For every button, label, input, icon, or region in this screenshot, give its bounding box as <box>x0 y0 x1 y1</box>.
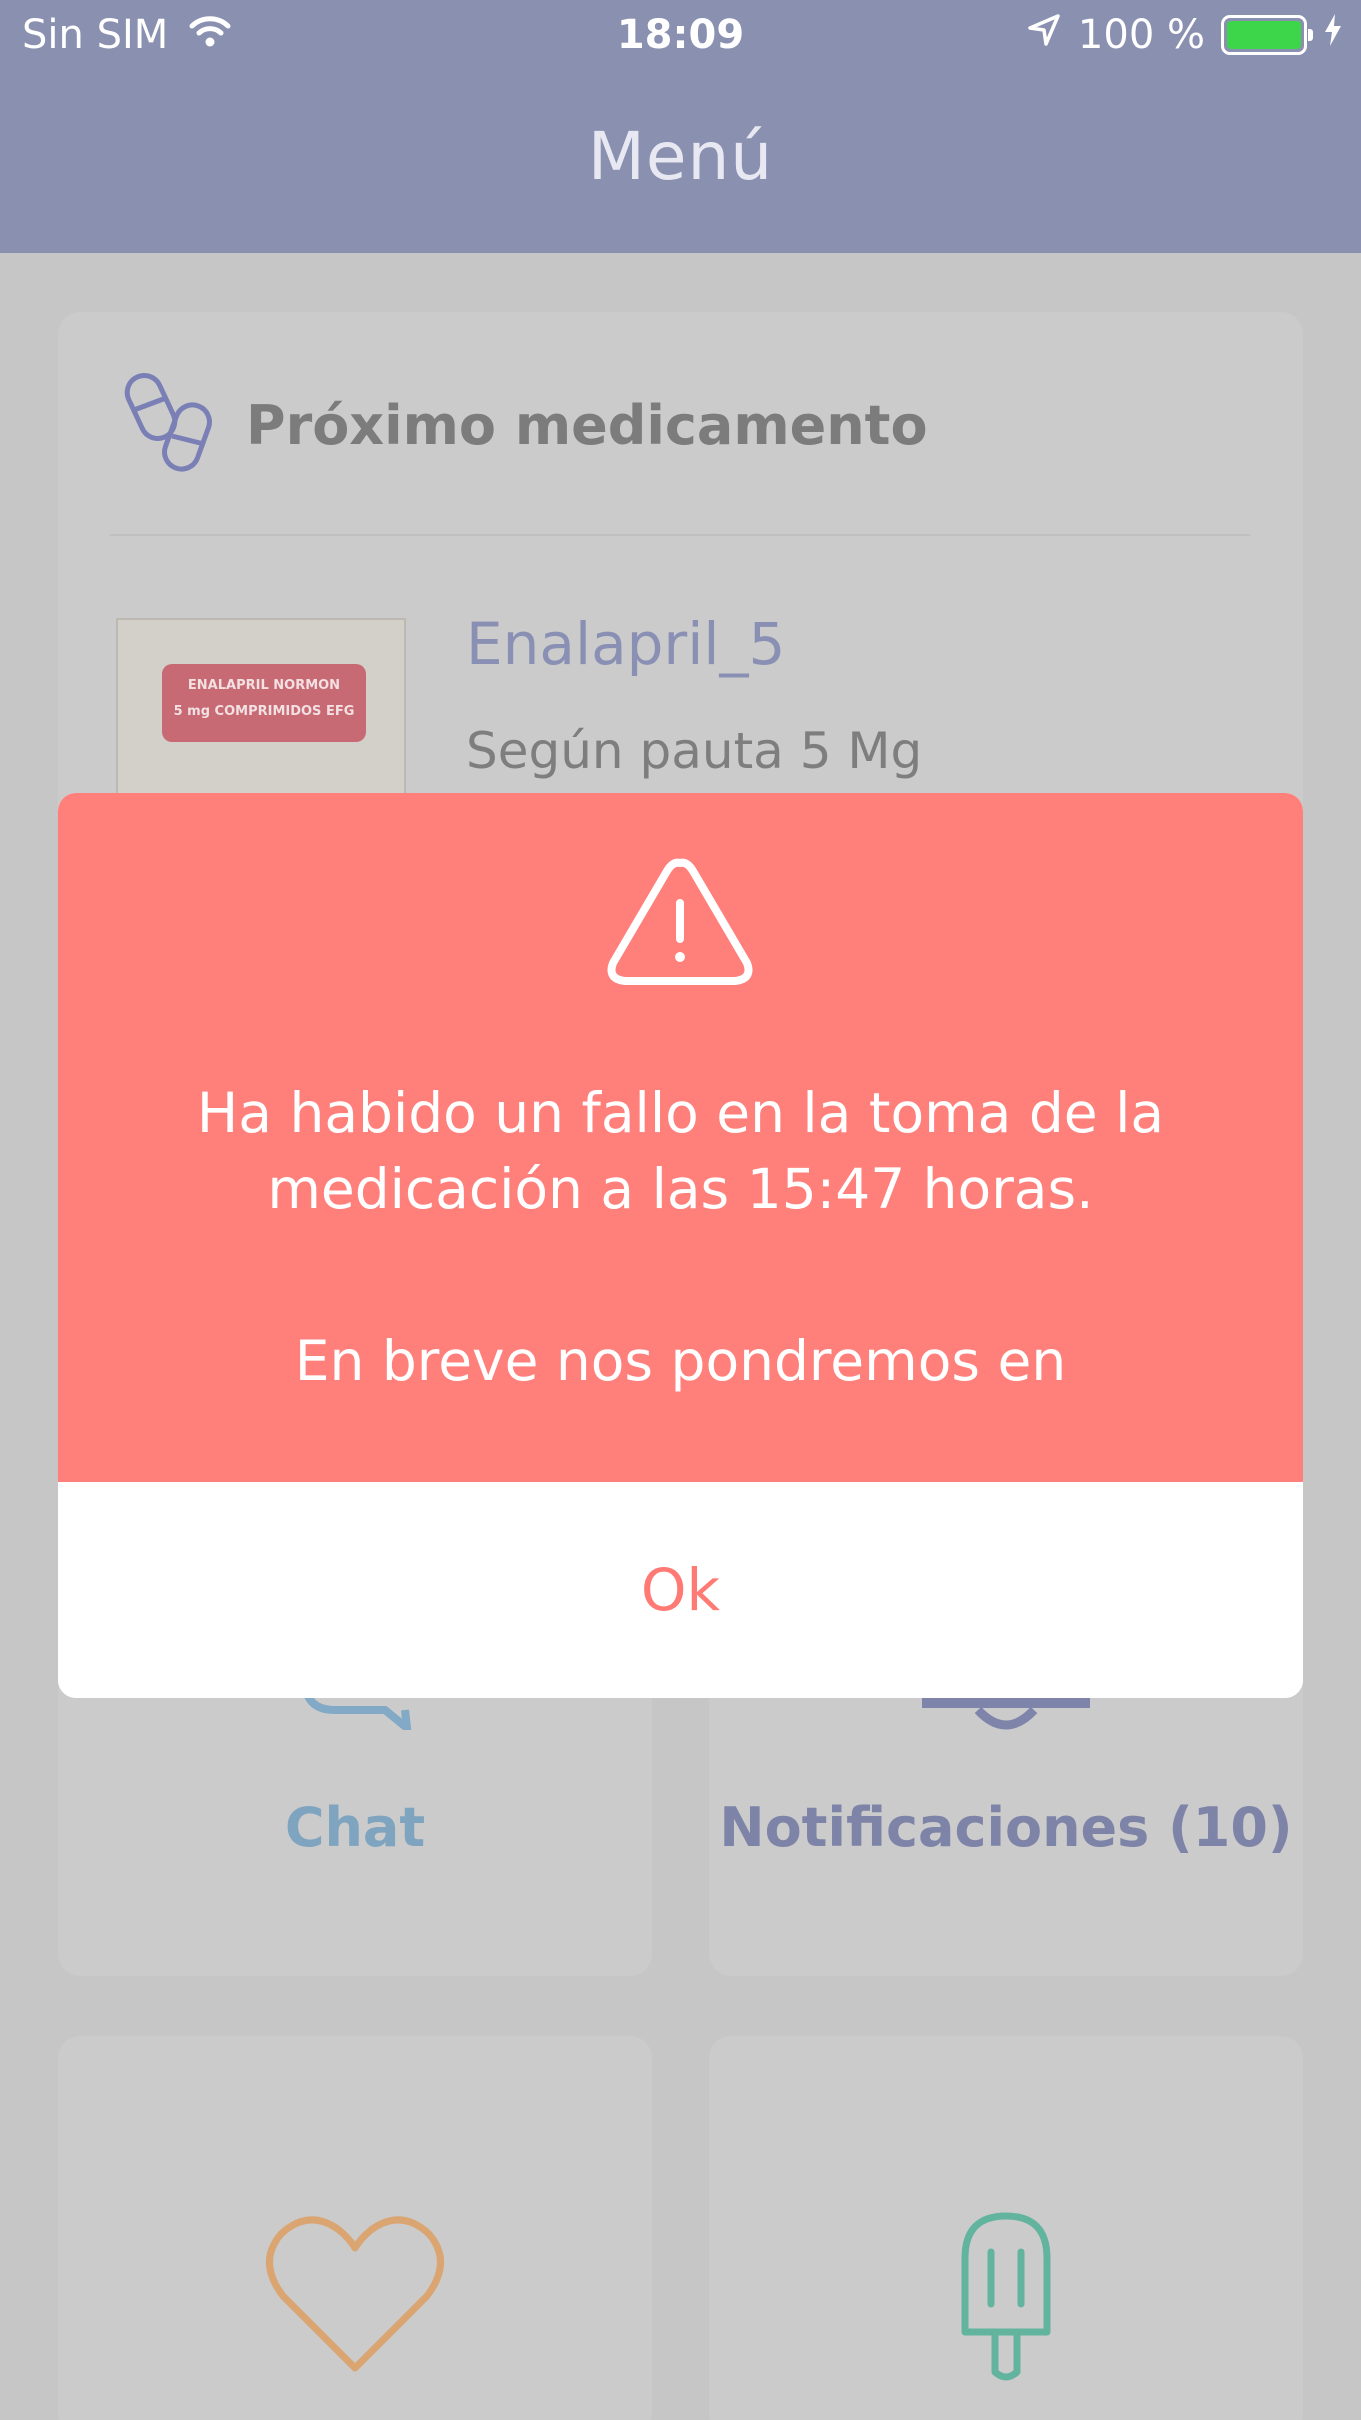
location-arrow-icon <box>1026 12 1062 58</box>
package-text-line1: ENALAPRIL NORMON <box>187 678 341 693</box>
app-screen: Sin SIM 18:09 100 % Menú Próximo medicam… <box>0 0 1361 2420</box>
battery-fill <box>1227 21 1301 49</box>
battery-icon <box>1221 15 1313 55</box>
ice-cream-icon <box>951 2208 1061 2388</box>
top-bar: Sin SIM 18:09 100 % Menú <box>0 0 1361 253</box>
status-bar: Sin SIM 18:09 100 % <box>0 0 1361 74</box>
alert-message-continued: En breve nos pondremos en <box>294 1329 1067 1393</box>
ok-button[interactable]: Ok <box>58 1482 1303 1698</box>
medication-failure-alert: Ha habido un fallo en la toma de la medi… <box>58 793 1303 1698</box>
next-medication-title: Próximo medicamento <box>246 393 928 457</box>
notifications-label: Notificaciones (10) <box>719 1796 1293 1859</box>
diet-tile[interactable] <box>709 2036 1303 2420</box>
health-tile[interactable] <box>58 2036 652 2420</box>
alert-body: Ha habido un fallo en la toma de la medi… <box>58 793 1303 1482</box>
package-label: ENALAPRIL NORMON 5 mg COMPRIMIDOS EFG <box>162 664 366 742</box>
divider <box>110 534 1250 536</box>
charging-bolt-icon <box>1323 12 1343 58</box>
heart-icon <box>263 2212 447 2380</box>
medication-name: Enalapril_5 <box>466 610 786 678</box>
warning-icon <box>605 855 755 991</box>
medication-package-image: ENALAPRIL NORMON 5 mg COMPRIMIDOS EFG <box>116 618 406 818</box>
pills-icon <box>120 368 216 482</box>
status-right-group: 100 % <box>1026 12 1343 58</box>
package-text-line2: 5 mg COMPRIMIDOS EFG <box>173 704 355 719</box>
medication-dose: Según pauta 5 Mg <box>466 722 923 780</box>
alert-message: Ha habido un fallo en la toma de la medi… <box>196 1081 1165 1221</box>
next-medication-header: Próximo medicamento <box>120 368 928 482</box>
page-title: Menú <box>587 118 774 195</box>
chat-label: Chat <box>284 1796 426 1859</box>
battery-percent: 100 % <box>1077 12 1205 58</box>
